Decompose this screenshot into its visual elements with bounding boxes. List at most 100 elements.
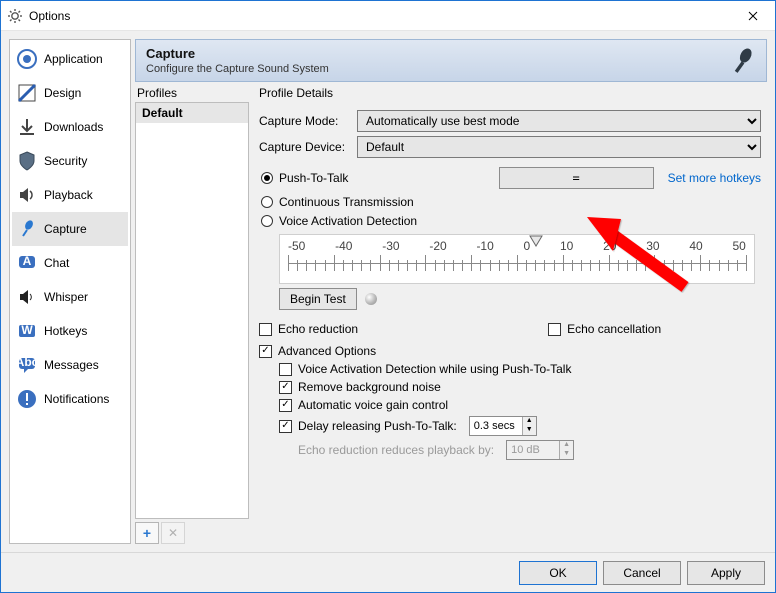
x-icon: ✕ [168,526,178,540]
checkbox-icon [548,323,561,336]
close-icon [748,11,758,21]
echo-cancellation-checkbox[interactable]: Echo cancellation [548,322,661,336]
echo-reduction-amount-row: Echo reduction reduces playback by: ▲▼ [279,440,761,460]
set-more-hotkeys-link[interactable]: Set more hotkeys [668,171,761,185]
sidebar-item-messages[interactable]: Abc Messages [12,348,128,382]
echo-reduction-checkbox[interactable]: Echo reduction [259,322,358,336]
delay-value-input[interactable] [470,417,522,435]
radio-label: Continuous Transmission [279,195,414,209]
profiles-column: Profiles Default + ✕ [135,86,249,544]
sidebar-label: Security [44,154,87,168]
sidebar-label: Downloads [44,120,103,134]
sidebar-label: Playback [44,188,93,202]
apply-button[interactable]: Apply [687,561,765,585]
echo-reduction-spinner: ▲▼ [506,440,574,460]
vad-radio[interactable]: Voice Activation Detection [261,214,761,228]
svg-text:A: A [23,254,32,268]
page-subtitle: Configure the Capture Sound System [146,63,720,75]
sidebar-label: Chat [44,256,69,270]
radio-label: Voice Activation Detection [279,214,417,228]
sidebar-item-hotkeys[interactable]: W Hotkeys [12,314,128,348]
category-sidebar: Application Design Downloads Security Pl… [9,39,131,544]
download-icon [16,116,38,138]
auto-gain-checkbox[interactable]: ✓ Automatic voice gain control [279,398,761,412]
options-window: Options Application Design Downloads Sec… [0,0,776,593]
profiles-header: Profiles [135,86,249,100]
push-to-talk-radio[interactable]: Push-To-Talk [261,171,348,185]
delay-spinner[interactable]: ▲▼ [469,416,537,436]
page-banner: Capture Configure the Capture Sound Syst… [135,39,767,82]
remove-bg-noise-checkbox[interactable]: ✓ Remove background noise [279,380,761,394]
sidebar-item-downloads[interactable]: Downloads [12,110,128,144]
sidebar-label: Hotkeys [44,324,87,338]
design-icon [16,82,38,104]
sidebar-item-design[interactable]: Design [12,76,128,110]
svg-text:Abc: Abc [16,355,38,369]
capture-mode-label: Capture Mode: [259,114,351,128]
svg-text:W: W [21,323,33,337]
vad-while-ptt-checkbox[interactable]: Voice Activation Detection while using P… [279,362,761,376]
checkbox-icon: ✓ [279,399,292,412]
checkbox-icon [279,363,292,376]
microphone-icon [728,46,758,76]
dialog-footer: OK Cancel Apply [1,552,775,592]
test-indicator-icon [365,293,377,305]
sidebar-label: Notifications [44,392,109,406]
sidebar-label: Capture [44,222,87,236]
radio-dot-icon [261,215,273,227]
cancel-button[interactable]: Cancel [603,561,681,585]
ok-button[interactable]: OK [519,561,597,585]
checkbox-icon: ✓ [259,345,272,358]
sidebar-item-application[interactable]: Application [12,42,128,76]
checkbox-icon: ✓ [279,381,292,394]
begin-test-button[interactable]: Begin Test [279,288,357,310]
vad-threshold-slider[interactable]: -50 -40 -30 -20 -10 0 10 20 30 40 50 [279,234,755,284]
radio-dot-icon [261,196,273,208]
shield-icon [16,150,38,172]
slider-thumb-icon[interactable] [529,235,543,247]
radio-label: Push-To-Talk [279,171,348,185]
add-profile-button[interactable]: + [135,522,159,544]
delete-profile-button[interactable]: ✕ [161,522,185,544]
sidebar-label: Application [44,52,103,66]
capture-device-select[interactable]: Default [357,136,761,158]
plus-icon: + [143,525,151,541]
capture-device-label: Capture Device: [259,140,351,154]
sidebar-label: Whisper [44,290,88,304]
continuous-radio[interactable]: Continuous Transmission [261,195,761,209]
whisper-icon [16,286,38,308]
checkbox-icon [259,323,272,336]
notifications-icon [16,388,38,410]
microphone-icon [16,218,38,240]
advanced-options-checkbox[interactable]: ✓ Advanced Options [259,344,761,358]
sidebar-label: Messages [44,358,99,372]
content-pane: Capture Configure the Capture Sound Syst… [135,39,767,544]
close-button[interactable] [730,1,775,31]
details-header: Profile Details [257,86,767,100]
window-title: Options [29,9,730,23]
echo-red-value [507,441,559,459]
sidebar-item-capture[interactable]: Capture [12,212,128,246]
chat-icon: A [16,252,38,274]
capture-mode-select[interactable]: Automatically use best mode [357,110,761,132]
app-icon [16,48,38,70]
sidebar-item-notifications[interactable]: Notifications [12,382,128,416]
speaker-icon [16,184,38,206]
ptt-hotkey-field[interactable]: = [499,167,654,189]
hotkeys-icon: W [16,320,38,342]
sidebar-item-playback[interactable]: Playback [12,178,128,212]
delay-ptt-checkbox[interactable]: ✓ Delay releasing Push-To-Talk: ▲▼ [279,416,761,436]
messages-icon: Abc [16,354,38,376]
sidebar-item-security[interactable]: Security [12,144,128,178]
radio-dot-icon [261,172,273,184]
sidebar-label: Design [44,86,81,100]
window-body: Application Design Downloads Security Pl… [1,31,775,552]
profile-details: Profile Details Capture Mode: Automatica… [257,86,767,544]
sidebar-item-whisper[interactable]: Whisper [12,280,128,314]
profile-list[interactable]: Default [135,102,249,519]
gear-icon [7,8,23,24]
sidebar-item-chat[interactable]: A Chat [12,246,128,280]
page-title: Capture [146,46,720,61]
profile-item[interactable]: Default [136,103,248,123]
titlebar: Options [1,1,775,31]
